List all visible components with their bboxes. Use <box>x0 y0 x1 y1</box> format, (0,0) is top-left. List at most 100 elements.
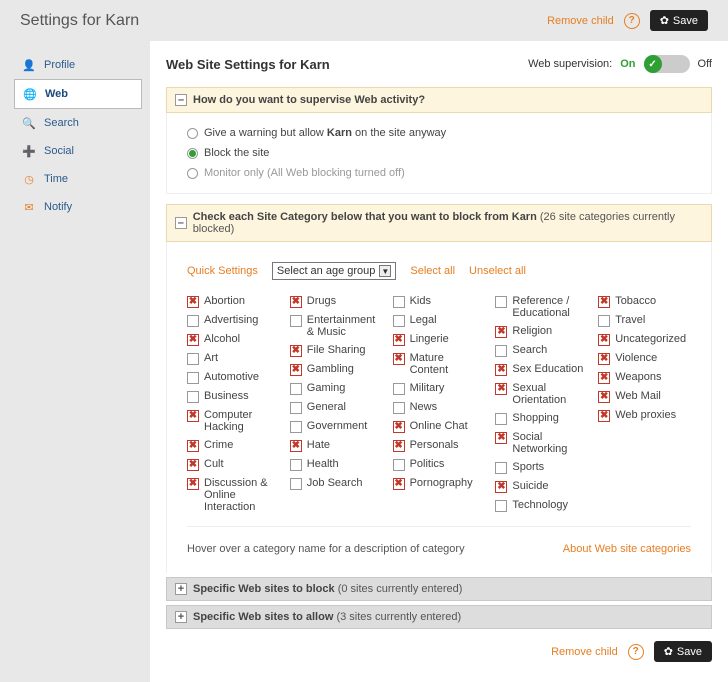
category-item[interactable]: Sex Education <box>495 360 588 379</box>
remove-child-link[interactable]: Remove child <box>547 15 614 27</box>
category-item[interactable]: Web proxies <box>598 406 691 425</box>
supervise-option[interactable]: Monitor only (All Web blocking turned of… <box>187 163 691 183</box>
sidebar-item-notify[interactable]: ✉Notify <box>14 193 142 221</box>
supervise-option[interactable]: Give a warning but allow Karn on the sit… <box>187 123 691 143</box>
category-item[interactable]: Politics <box>393 455 486 474</box>
expand-icon[interactable]: + <box>175 583 187 595</box>
checkbox-icon[interactable] <box>495 345 507 357</box>
category-item[interactable]: Uncategorized <box>598 330 691 349</box>
category-item[interactable]: Personals <box>393 436 486 455</box>
checkbox-blocked-icon[interactable] <box>495 364 507 376</box>
help-icon[interactable]: ? <box>628 644 644 660</box>
checkbox-icon[interactable] <box>393 459 405 471</box>
category-item[interactable]: Business <box>187 387 280 406</box>
checkbox-icon[interactable] <box>290 478 302 490</box>
checkbox-blocked-icon[interactable] <box>290 440 302 452</box>
expand-icon[interactable]: + <box>175 611 187 623</box>
checkbox-blocked-icon[interactable] <box>290 345 302 357</box>
supervise-option[interactable]: Block the site <box>187 143 691 163</box>
category-item[interactable]: Job Search <box>290 474 383 493</box>
category-item[interactable]: Technology <box>495 496 588 515</box>
checkbox-blocked-icon[interactable] <box>393 421 405 433</box>
checkbox-blocked-icon[interactable] <box>598 334 610 346</box>
checkbox-blocked-icon[interactable] <box>393 334 405 346</box>
collapse-icon[interactable]: – <box>175 217 187 229</box>
category-item[interactable]: Travel <box>598 311 691 330</box>
category-item[interactable]: Suicide <box>495 477 588 496</box>
checkbox-icon[interactable] <box>393 296 405 308</box>
category-item[interactable]: Reference / Educational <box>495 292 588 322</box>
sidebar-item-time[interactable]: ◷Time <box>14 165 142 193</box>
checkbox-icon[interactable] <box>290 459 302 471</box>
checkbox-blocked-icon[interactable] <box>187 478 199 490</box>
checkbox-blocked-icon[interactable] <box>187 296 199 308</box>
supervision-toggle[interactable]: ✓ <box>644 55 690 73</box>
checkbox-icon[interactable] <box>393 402 405 414</box>
checkbox-blocked-icon[interactable] <box>290 364 302 376</box>
category-item[interactable]: Legal <box>393 311 486 330</box>
category-item[interactable]: Online Chat <box>393 417 486 436</box>
checkbox-icon[interactable] <box>290 402 302 414</box>
checkbox-blocked-icon[interactable] <box>187 410 199 422</box>
checkbox-blocked-icon[interactable] <box>598 372 610 384</box>
category-item[interactable]: Government <box>290 417 383 436</box>
category-item[interactable]: Automotive <box>187 368 280 387</box>
checkbox-blocked-icon[interactable] <box>598 296 610 308</box>
sidebar-item-profile[interactable]: 👤Profile <box>14 51 142 79</box>
checkbox-icon[interactable] <box>187 372 199 384</box>
checkbox-blocked-icon[interactable] <box>290 296 302 308</box>
checkbox-icon[interactable] <box>187 353 199 365</box>
checkbox-icon[interactable] <box>495 462 507 474</box>
radio-icon[interactable] <box>187 168 198 179</box>
checkbox-blocked-icon[interactable] <box>495 326 507 338</box>
category-item[interactable]: Violence <box>598 349 691 368</box>
category-item[interactable]: General <box>290 398 383 417</box>
select-all-link[interactable]: Select all <box>410 265 455 277</box>
category-item[interactable]: Search <box>495 341 588 360</box>
category-item[interactable]: Entertainment & Music <box>290 311 383 341</box>
checkbox-icon[interactable] <box>393 383 405 395</box>
remove-child-link[interactable]: Remove child <box>551 646 618 658</box>
checkbox-icon[interactable] <box>495 500 507 512</box>
category-item[interactable]: Discussion & Online Interaction <box>187 474 280 516</box>
category-item[interactable]: Hate <box>290 436 383 455</box>
category-item[interactable]: Sexual Orientation <box>495 379 588 409</box>
save-button[interactable]: ✿ Save <box>654 641 712 662</box>
category-item[interactable]: Health <box>290 455 383 474</box>
category-item[interactable]: Computer Hacking <box>187 406 280 436</box>
category-item[interactable]: File Sharing <box>290 341 383 360</box>
checkbox-blocked-icon[interactable] <box>187 334 199 346</box>
category-item[interactable]: Mature Content <box>393 349 486 379</box>
category-item[interactable]: Abortion <box>187 292 280 311</box>
category-item[interactable]: Shopping <box>495 409 588 428</box>
category-item[interactable]: Gaming <box>290 379 383 398</box>
category-item[interactable]: Gambling <box>290 360 383 379</box>
category-item[interactable]: News <box>393 398 486 417</box>
category-item[interactable]: Military <box>393 379 486 398</box>
checkbox-blocked-icon[interactable] <box>598 391 610 403</box>
category-item[interactable]: Kids <box>393 292 486 311</box>
radio-icon[interactable] <box>187 148 198 159</box>
checkbox-icon[interactable] <box>290 421 302 433</box>
category-item[interactable]: Crime <box>187 436 280 455</box>
checkbox-blocked-icon[interactable] <box>187 459 199 471</box>
help-icon[interactable]: ? <box>624 13 640 29</box>
checkbox-blocked-icon[interactable] <box>495 383 507 395</box>
sidebar-item-search[interactable]: 🔍Search <box>14 109 142 137</box>
sidebar-item-web[interactable]: 🌐Web <box>14 79 142 109</box>
checkbox-blocked-icon[interactable] <box>598 353 610 365</box>
category-item[interactable]: Alcohol <box>187 330 280 349</box>
category-item[interactable]: Sports <box>495 458 588 477</box>
checkbox-blocked-icon[interactable] <box>495 481 507 493</box>
category-item[interactable]: Web Mail <box>598 387 691 406</box>
checkbox-blocked-icon[interactable] <box>187 440 199 452</box>
checkbox-icon[interactable] <box>290 383 302 395</box>
category-item[interactable]: Drugs <box>290 292 383 311</box>
collapse-icon[interactable]: – <box>175 94 187 106</box>
about-categories-link[interactable]: About Web site categories <box>563 543 691 555</box>
category-item[interactable]: Art <box>187 349 280 368</box>
radio-icon[interactable] <box>187 128 198 139</box>
checkbox-icon[interactable] <box>290 315 302 327</box>
sidebar-item-social[interactable]: ➕Social <box>14 137 142 165</box>
checkbox-icon[interactable] <box>187 315 199 327</box>
